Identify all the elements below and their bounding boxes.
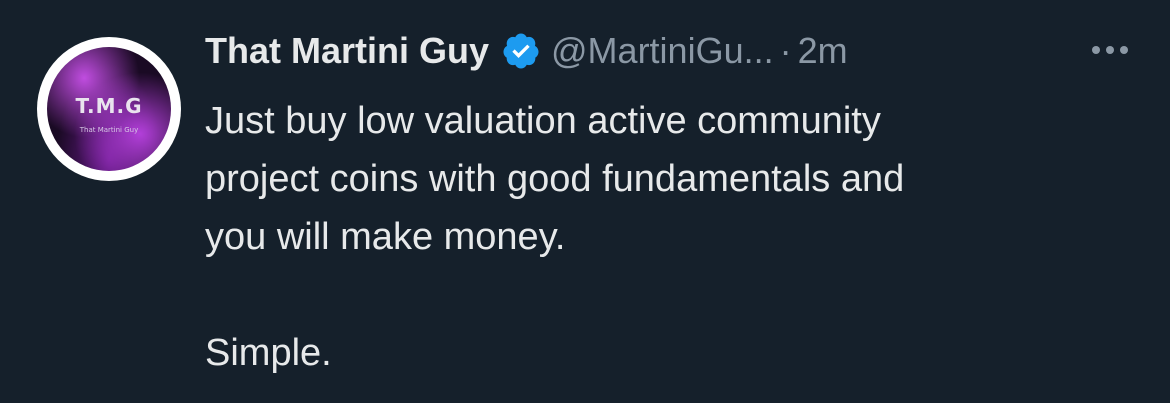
avatar-image: T.M.G That Martini Guy (47, 47, 171, 171)
more-options-button[interactable] (1086, 30, 1134, 70)
tweet-text-line: project coins with good fundamentals and (205, 158, 905, 200)
separator-dot: · (779, 30, 792, 71)
tweet[interactable]: T.M.G That Martini Guy That Martini Guy … (0, 0, 1170, 403)
tweet-header: That Martini Guy @MartiniGu... · 2m (205, 26, 848, 76)
tweet-text: Just buy low valuation active community … (205, 92, 1145, 382)
tweet-text-line: you will make money. (205, 216, 566, 258)
more-horizontal-icon (1092, 46, 1128, 54)
avatar-logo-text: T.M.G (75, 94, 143, 118)
verified-badge-icon[interactable] (501, 31, 541, 71)
timestamp[interactable]: 2m (798, 30, 848, 72)
tweet-text-closing: Simple. (205, 332, 332, 374)
avatar[interactable]: T.M.G That Martini Guy (37, 37, 181, 181)
avatar-logo-subtext: That Martini Guy (79, 126, 139, 134)
author-handle[interactable]: @MartiniGu... (551, 30, 774, 72)
author-name[interactable]: That Martini Guy (205, 30, 489, 72)
tweet-text-line: Just buy low valuation active community (205, 100, 881, 142)
